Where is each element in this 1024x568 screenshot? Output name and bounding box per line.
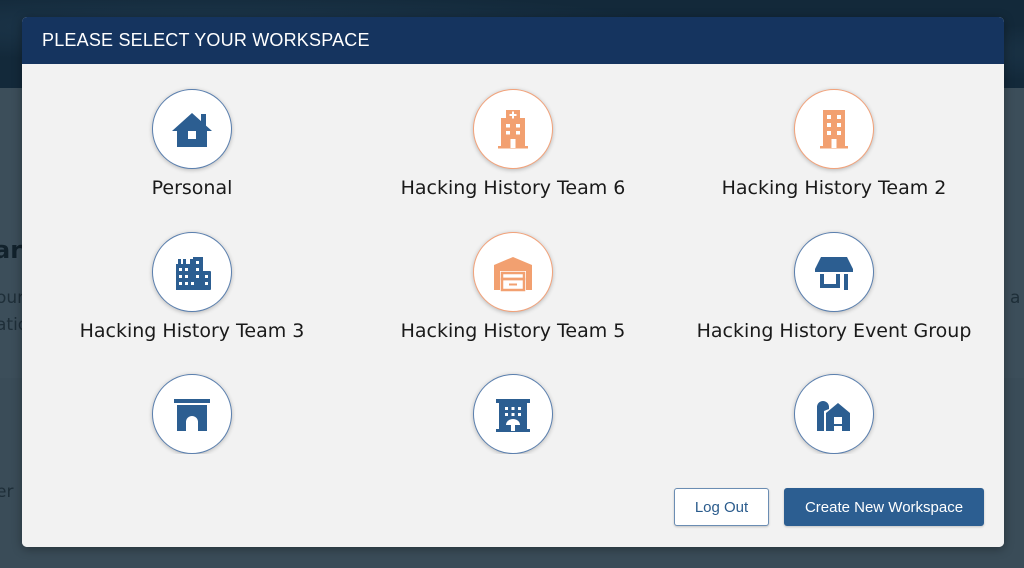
workspace-icon-circle[interactable]: [473, 232, 553, 312]
hospital-icon: [498, 110, 528, 149]
workspace-label: Hacking History Team 6: [400, 177, 626, 199]
log-out-button[interactable]: Log Out: [674, 488, 769, 526]
modal-header: PLEASE SELECT YOUR WORKSPACE: [22, 17, 1004, 64]
workspace-barn[interactable]: [674, 374, 994, 454]
workspace-grid[interactable]: Personal Hacking History Team 6 Hacking …: [22, 64, 1004, 454]
workspace-team-6[interactable]: Hacking History Team 6: [353, 89, 673, 199]
workspace-icon-circle[interactable]: [473, 89, 553, 169]
workspace-hotel[interactable]: [353, 374, 673, 454]
hotel-icon: [496, 399, 530, 432]
workspace-icon-circle[interactable]: [152, 89, 232, 169]
office-building-icon: [820, 110, 848, 149]
modal-footer: Log Out Create New Workspace: [22, 454, 1004, 547]
background-text: a ti: [1010, 288, 1024, 308]
industry-buildings-icon: [176, 257, 211, 290]
modal-title: PLEASE SELECT YOUR WORKSPACE: [42, 30, 370, 50]
workspace-team-2[interactable]: Hacking History Team 2: [674, 89, 994, 199]
workspace-personal[interactable]: Personal: [32, 89, 352, 199]
house-icon: [172, 113, 212, 147]
background-text: er: [0, 482, 14, 502]
workspace-icon-circle[interactable]: [794, 232, 874, 312]
workspace-team-3[interactable]: Hacking History Team 3: [32, 232, 352, 342]
workspace-team-5[interactable]: Hacking History Team 5: [353, 232, 673, 342]
workspace-icon-circle[interactable]: [794, 374, 874, 454]
workspace-event-group[interactable]: Hacking History Event Group: [674, 232, 994, 342]
workspace-icon-circle[interactable]: [473, 374, 553, 454]
workspace-select-modal: PLEASE SELECT YOUR WORKSPACE Personal Ha…: [22, 17, 1004, 547]
background-text: our: [0, 288, 25, 308]
warehouse-garage-icon: [494, 257, 532, 292]
background-heading: ar: [0, 236, 23, 264]
workspace-icon-circle[interactable]: [152, 232, 232, 312]
workspace-icon-circle[interactable]: [152, 374, 232, 454]
create-new-workspace-button[interactable]: Create New Workspace: [784, 488, 984, 526]
workspace-label: Personal: [151, 177, 233, 199]
workspace-label: Hacking History Event Group: [696, 320, 972, 342]
workspace-label: Hacking History Team 3: [79, 320, 305, 342]
store-icon: [815, 257, 853, 290]
workspace-label: Hacking History Team 2: [721, 177, 947, 199]
workspace-label: Hacking History Team 5: [400, 320, 626, 342]
barn-silo-icon: [817, 401, 850, 431]
workspace-archway[interactable]: [32, 374, 352, 454]
archway-icon: [174, 399, 210, 431]
workspace-icon-circle[interactable]: [794, 89, 874, 169]
